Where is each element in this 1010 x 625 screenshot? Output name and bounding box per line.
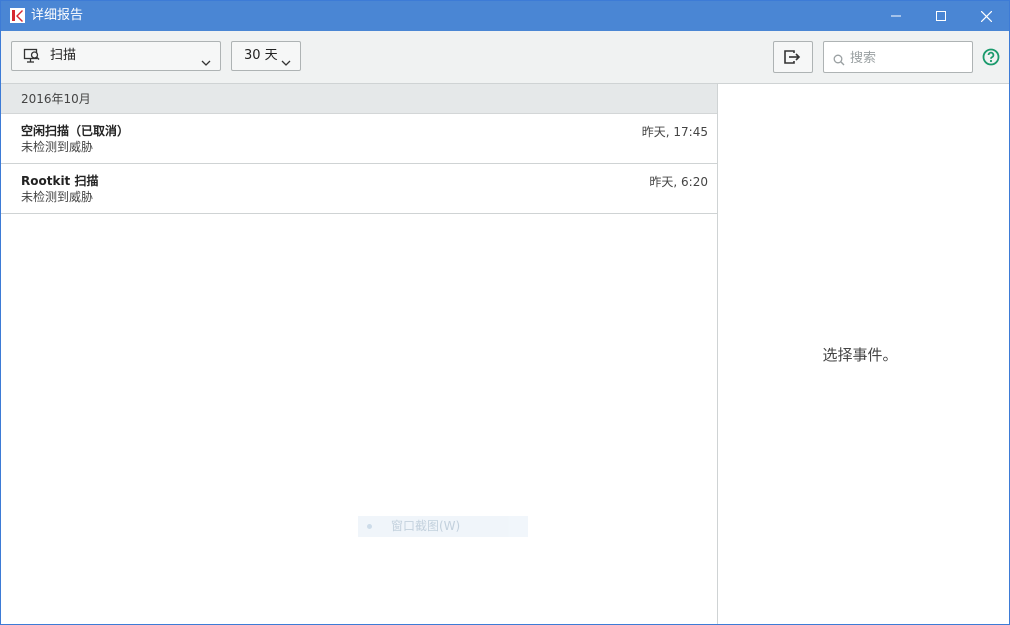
maximize-button[interactable] (918, 1, 964, 31)
event-time: 昨天, 17:45 (641, 125, 708, 139)
screenshot-menu-ghost[interactable]: 窗口截图(W) (358, 516, 528, 537)
period-dropdown[interactable]: 30 天 (231, 41, 301, 71)
minimize-icon (891, 15, 901, 17)
group-label: 2016年10月 (21, 92, 91, 106)
event-time: 昨天, 6:20 (649, 175, 708, 189)
bullet-icon (367, 524, 372, 529)
toolbar: 扫描 30 天 (1, 31, 1009, 84)
menu-item-window-screenshot: 窗口截图(W) (391, 519, 461, 533)
maximize-icon (936, 11, 946, 21)
search-input[interactable] (848, 48, 970, 68)
period-label: 30 天 (244, 48, 278, 63)
list-item[interactable]: 空闲扫描（已取消） 未检测到威胁 昨天, 17:45 (1, 114, 717, 164)
report-type-label: 扫描 (50, 48, 77, 63)
window-title: 详细报告 (31, 8, 84, 23)
empty-selection-hint: 选择事件。 (822, 346, 898, 364)
report-type-dropdown[interactable]: 扫描 (11, 41, 221, 71)
event-result: 未检测到威胁 (21, 190, 94, 204)
kaspersky-logo-icon (10, 8, 25, 23)
search-box[interactable] (823, 41, 973, 73)
search-icon (833, 51, 845, 70)
export-button[interactable] (773, 41, 813, 73)
close-icon (980, 10, 992, 22)
month-group-header: 2016年10月 (1, 84, 717, 114)
report-window: 详细报告 扫描 30 天 搜索 2016年10月 空闲扫描（已取消） 未检测到威… (0, 0, 1010, 625)
event-list: 2016年10月 空闲扫描（已取消） 未检测到威胁 昨天, 17:45 Root… (1, 84, 718, 624)
minimize-button[interactable] (873, 1, 919, 31)
event-title: Rootkit 扫描 (21, 174, 99, 188)
chevron-down-icon (201, 52, 211, 71)
close-button[interactable] (963, 1, 1009, 31)
help-icon[interactable] (982, 48, 1000, 70)
list-item[interactable]: Rootkit 扫描 未检测到威胁 昨天, 6:20 (1, 164, 717, 214)
export-icon (784, 50, 801, 64)
chevron-down-icon (281, 52, 291, 71)
title-bar: 详细报告 (1, 1, 1009, 31)
event-detail-pane: 选择事件。 (718, 84, 1009, 624)
event-result: 未检测到威胁 (21, 140, 94, 154)
event-title: 空闲扫描（已取消） (21, 124, 130, 138)
monitor-scan-icon (23, 47, 41, 69)
